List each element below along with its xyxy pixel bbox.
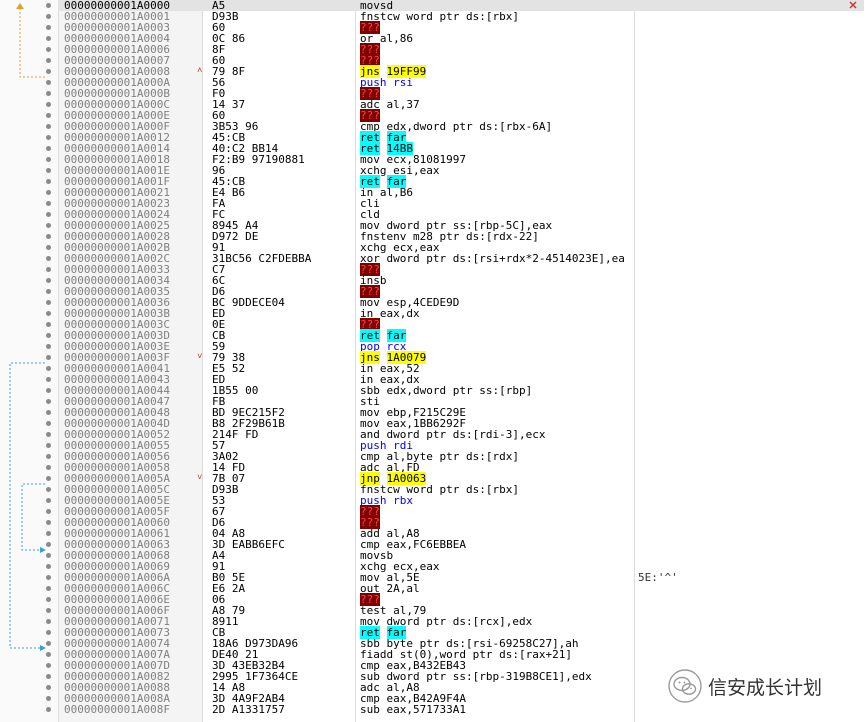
breakpoint-dot-icon[interactable]: [46, 36, 51, 41]
instruction-row[interactable]: 00000000001A008F 2D A1331757 sub eax,57173…: [0, 704, 865, 715]
bytes-cell: F2:B9 97190881: [212, 153, 305, 166]
breakpoint-dot-icon[interactable]: [46, 377, 51, 382]
breakpoint-dot-icon[interactable]: [46, 674, 51, 679]
breakpoint-dot-icon[interactable]: [46, 69, 51, 74]
breakpoint-dot-icon[interactable]: [46, 212, 51, 217]
breakpoint-dot-icon[interactable]: [46, 300, 51, 305]
breakpoint-dot-icon[interactable]: [46, 476, 51, 481]
breakpoint-dot-icon[interactable]: [46, 190, 51, 195]
breakpoint-dot-icon[interactable]: [46, 355, 51, 360]
breakpoint-dot-icon[interactable]: [46, 399, 51, 404]
breakpoint-dot-icon[interactable]: [46, 344, 51, 349]
breakpoint-dot-icon[interactable]: [46, 234, 51, 239]
breakpoint-dot-icon[interactable]: [46, 564, 51, 569]
breakpoint-dot-icon[interactable]: [46, 201, 51, 206]
breakpoint-dot-icon[interactable]: [46, 58, 51, 63]
disassembly-view[interactable]: 00000000001A0000 A5 movsd 00000000001A0001 D…: [0, 0, 865, 722]
breakpoint-dot-icon[interactable]: [46, 267, 51, 272]
breakpoint-dot-icon[interactable]: [46, 663, 51, 668]
breakpoint-dot-icon[interactable]: [46, 509, 51, 514]
watermark: 信安成长计划: [668, 669, 822, 703]
breakpoint-dot-icon[interactable]: [46, 124, 51, 129]
breakpoint-dot-icon[interactable]: [46, 25, 51, 30]
breakpoint-dot-icon[interactable]: [46, 597, 51, 602]
breakpoint-dot-icon[interactable]: [46, 586, 51, 591]
bytes-cell: 2D A1331757: [212, 703, 285, 716]
breakpoint-dot-icon[interactable]: [46, 652, 51, 657]
breakpoint-dot-icon[interactable]: [46, 531, 51, 536]
scroll-corner: [842, 0, 865, 11]
jump-down-marker-icon: ˅: [197, 352, 203, 362]
breakpoint-dot-icon[interactable]: [46, 619, 51, 624]
breakpoint-dot-icon[interactable]: [46, 707, 51, 712]
breakpoint-dot-icon[interactable]: [46, 113, 51, 118]
breakpoint-dot-icon[interactable]: [46, 388, 51, 393]
breakpoint-dot-icon[interactable]: [46, 47, 51, 52]
instruction-cell: xor dword ptr ds:[rsi+rdx*2-4514023E],ea: [360, 252, 625, 265]
breakpoint-dot-icon[interactable]: [46, 179, 51, 184]
watermark-text: 信安成长计划: [708, 676, 823, 699]
breakpoint-dot-icon[interactable]: [46, 102, 51, 107]
breakpoint-dot-icon[interactable]: [46, 91, 51, 96]
instruction-cell: fnstcw word ptr ds:[rbx]: [360, 10, 519, 23]
breakpoint-dot-icon[interactable]: [46, 410, 51, 415]
jump-up-marker-icon: ˄: [197, 66, 203, 76]
breakpoint-dot-icon[interactable]: [46, 696, 51, 701]
breakpoint-dot-icon[interactable]: [46, 487, 51, 492]
breakpoint-dot-icon[interactable]: [46, 465, 51, 470]
breakpoint-dot-icon[interactable]: [46, 322, 51, 327]
breakpoint-dot-icon[interactable]: [46, 641, 51, 646]
breakpoint-dot-icon[interactable]: [46, 80, 51, 85]
breakpoint-dot-icon[interactable]: [46, 14, 51, 19]
breakpoint-dot-icon[interactable]: [46, 685, 51, 690]
breakpoint-dot-icon[interactable]: [46, 333, 51, 338]
breakpoint-dot-icon[interactable]: [46, 421, 51, 426]
bytes-cell: 31BC56 C2FDEBBA: [212, 252, 312, 265]
breakpoint-dot-icon[interactable]: [46, 3, 51, 8]
instruction-cell: sbb edx,dword ptr ss:[rbp]: [360, 384, 533, 397]
breakpoint-dot-icon[interactable]: [46, 630, 51, 635]
breakpoint-dot-icon[interactable]: [46, 553, 51, 558]
breakpoint-dot-icon[interactable]: [46, 135, 51, 140]
breakpoint-dot-icon[interactable]: [46, 289, 51, 294]
address-cell: 00000000001A008F: [64, 703, 170, 716]
breakpoint-dot-icon[interactable]: [46, 278, 51, 283]
instruction-cell: sub eax,571733A1: [360, 703, 466, 716]
breakpoint-dot-icon[interactable]: [46, 520, 51, 525]
wechat-icon: [668, 669, 702, 703]
breakpoint-dot-icon[interactable]: [46, 311, 51, 316]
breakpoint-dot-icon[interactable]: [46, 168, 51, 173]
breakpoint-dot-icon[interactable]: [46, 575, 51, 580]
breakpoint-dot-icon[interactable]: [46, 498, 51, 503]
breakpoint-dot-icon[interactable]: [46, 432, 51, 437]
breakpoint-dot-icon[interactable]: [46, 245, 51, 250]
breakpoint-dot-icon[interactable]: [46, 454, 51, 459]
breakpoint-dot-icon[interactable]: [46, 157, 51, 162]
jump-down-marker-icon: ˅: [197, 473, 203, 483]
breakpoint-dot-icon[interactable]: [46, 542, 51, 547]
breakpoint-dot-icon[interactable]: [46, 256, 51, 261]
breakpoint-dot-icon[interactable]: [46, 146, 51, 151]
comment-cell: 5E:'^': [638, 571, 678, 584]
breakpoint-dot-icon[interactable]: [46, 366, 51, 371]
breakpoint-dot-icon[interactable]: [46, 443, 51, 448]
breakpoint-dot-icon[interactable]: [46, 223, 51, 228]
breakpoint-dot-icon[interactable]: [46, 608, 51, 613]
